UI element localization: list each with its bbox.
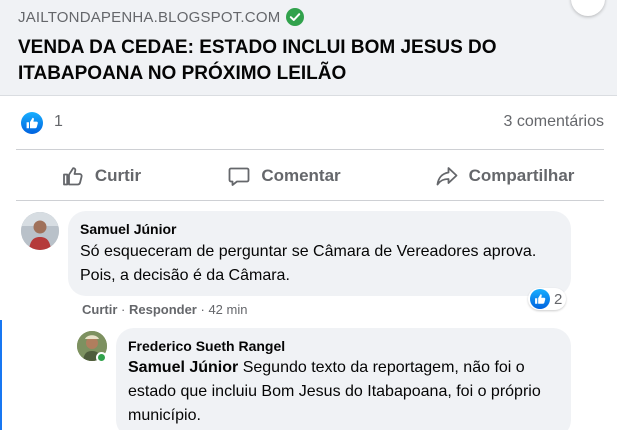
comment-timestamp[interactable]: 42 min xyxy=(208,302,247,317)
divider xyxy=(16,149,604,150)
comment-author[interactable]: Frederico Sueth Rangel xyxy=(128,338,559,354)
thumbs-up-icon xyxy=(62,167,83,186)
divider xyxy=(16,200,604,201)
comment-bubble: Samuel Júnior Só esqueceram de perguntar… xyxy=(68,211,571,296)
comment-reply-link[interactable]: Responder xyxy=(129,302,197,317)
comment-text: Samuel Júnior Segundo texto da reportage… xyxy=(128,356,559,428)
link-preview-card[interactable]: JAILTONDAPENHA.BLOGSPOT.COM VENDA DA CED… xyxy=(0,0,617,96)
thread-line xyxy=(0,320,2,430)
comment-button[interactable]: Comentar xyxy=(170,151,370,201)
comment-bubble: Frederico Sueth Rangel Samuel Júnior Seg… xyxy=(116,328,571,430)
comments-count[interactable]: 3 comentários xyxy=(504,113,605,131)
verified-check-icon xyxy=(286,8,305,26)
share-button-label: Compartilhar xyxy=(468,166,575,185)
online-status-dot xyxy=(96,352,107,363)
comment-meta: Curtir · Responder · 42 min xyxy=(82,302,247,317)
like-button-label: Curtir xyxy=(94,166,142,185)
post-actions: Curtir Comentar Compartilhar xyxy=(0,151,617,201)
comment-like-link[interactable]: Curtir xyxy=(82,302,117,317)
comment-reaction-pill[interactable]: 2 xyxy=(528,288,567,310)
link-headline[interactable]: VENDA DA CEDAE: ESTADO INCLUI BOM JESUS … xyxy=(18,35,598,87)
share-button[interactable]: Compartilhar xyxy=(370,151,617,201)
comment-author[interactable]: Samuel Júnior xyxy=(80,221,559,237)
link-domain: JAILTONDAPENHA.BLOGSPOT.COM xyxy=(18,8,281,26)
comment-text: Só esqueceram de perguntar se Câmara de … xyxy=(80,243,537,284)
reactions-summary: 1 3 comentários xyxy=(0,96,617,150)
link-domain-row: JAILTONDAPENHA.BLOGSPOT.COM xyxy=(18,8,305,26)
like-reaction-icon xyxy=(530,289,550,309)
share-arrow-icon xyxy=(436,167,457,186)
comment-button-label: Comentar xyxy=(261,166,341,185)
avatar-photo xyxy=(21,212,59,250)
meta-separator: · xyxy=(121,302,129,317)
comment-mention[interactable]: Samuel Júnior xyxy=(128,359,238,376)
like-count[interactable]: 1 xyxy=(54,113,63,131)
like-button[interactable]: Curtir xyxy=(0,151,170,201)
like-reaction-icon[interactable] xyxy=(21,112,43,134)
avatar[interactable] xyxy=(21,212,59,250)
comment-icon xyxy=(228,167,250,186)
comment-reaction-count: 2 xyxy=(554,290,563,308)
